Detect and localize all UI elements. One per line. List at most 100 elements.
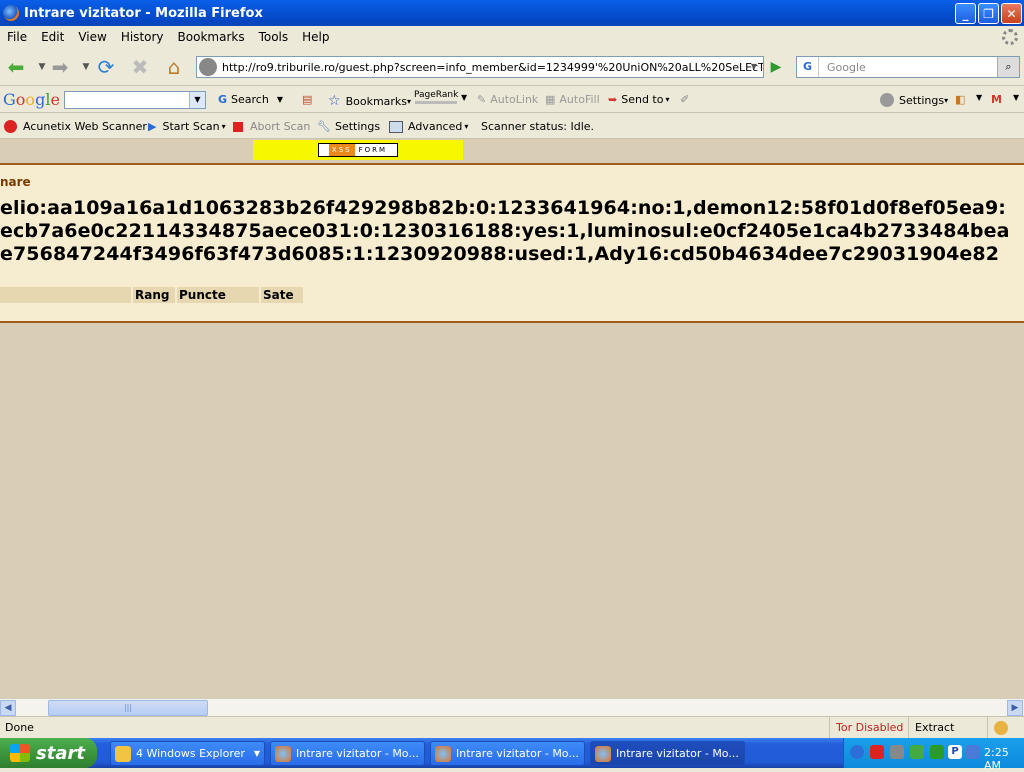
chevron-down-icon[interactable]: ▼ [461, 93, 467, 102]
firefox-icon [435, 745, 451, 762]
chevron-down-icon: ▾ [407, 96, 412, 106]
reload-icon[interactable]: ⟳ [94, 55, 118, 79]
autolink-button[interactable]: ✎ AutoLink [477, 93, 538, 106]
start-scan-label: Start Scan [162, 120, 220, 133]
acunetix-settings-button[interactable]: 🔧︎ Settings [317, 120, 380, 133]
play-icon: ▶ [148, 120, 157, 133]
chevron-down-icon[interactable]: ▼ [189, 92, 205, 108]
tray-app-icon[interactable] [910, 745, 924, 759]
tray-network-icon[interactable] [930, 745, 944, 759]
stop-icon[interactable]: ✖ [128, 55, 152, 79]
extract-links[interactable]: Extract Links [908, 717, 986, 756]
go-button[interactable]: ▶ [766, 57, 786, 77]
task-label: Intrare vizitator - Mo... [456, 747, 579, 760]
tor-status[interactable]: Tor Disabled [829, 717, 907, 739]
tray-display-icon[interactable] [966, 745, 980, 759]
maximize-button[interactable]: ❐ [978, 3, 999, 24]
chevron-down-icon[interactable]: ▼ [976, 93, 982, 102]
horizontal-scrollbar[interactable]: ◀ ||| ▶ [0, 698, 1024, 716]
xss-form-button[interactable]: XSS FORM [318, 143, 398, 157]
home-icon[interactable]: ⌂ [162, 55, 186, 79]
forward-icon[interactable]: ➡ [48, 55, 72, 79]
address-bar[interactable]: http://ro9.triburile.ro/guest.php?screen… [196, 56, 764, 78]
wrench-icon: 🔧︎ [317, 120, 331, 133]
table-header-name [0, 287, 131, 303]
chevron-down-icon: ▾ [464, 122, 469, 131]
system-tray: P 2:25 AM [843, 738, 1024, 772]
dump-line-3: e756847244f3496f63f473d6085:1:1230920988… [0, 243, 1000, 265]
back-icon[interactable]: ⬅ [4, 55, 28, 79]
google-settings-button[interactable]: Settings ▾ [880, 93, 948, 107]
table-header-rang: Rang [133, 287, 175, 303]
chevron-down-icon: ▼ [253, 749, 260, 758]
menu-history[interactable]: History [114, 30, 171, 44]
tray-antivirus-icon[interactable] [870, 745, 884, 759]
chevron-down-icon[interactable]: ▼ [1013, 93, 1019, 102]
xss-form-bar: XSS FORM [253, 140, 463, 160]
panel-title: nare [0, 175, 31, 189]
dump-line-2: ecb7a6e0c22114334875aece031:0:1230316188… [0, 220, 1010, 242]
menu-tools[interactable]: Tools [252, 30, 296, 44]
menu-file[interactable]: File [0, 30, 34, 44]
tray-p-icon[interactable]: P [948, 745, 962, 759]
dump-line-1: elio:aa109a16a1d1063283b26f429298b82b:0:… [0, 197, 1006, 219]
search-bar[interactable]: G Google ⌕ [796, 56, 1020, 78]
google-search-button[interactable]: G Search ▼ [218, 93, 283, 106]
send-icon: ➥ [608, 93, 618, 106]
chevron-down-icon: ▾ [221, 122, 226, 131]
form-icon: ▦ [545, 93, 556, 106]
scroll-left-icon[interactable]: ◀ [0, 700, 16, 716]
gadget-icon[interactable]: ◧ [955, 93, 965, 106]
abort-scan-label: Abort Scan [250, 120, 311, 133]
advanced-button[interactable]: Advanced ▾ [389, 120, 468, 133]
scrollbar-thumb[interactable]: ||| [48, 700, 208, 716]
menu-help[interactable]: Help [295, 30, 336, 44]
acunetix-settings-label: Settings [334, 120, 381, 133]
menu-bar: File Edit View History Bookmarks Tools H… [0, 26, 1024, 48]
search-engine-icon[interactable]: G [797, 57, 819, 77]
stop-square-icon [233, 121, 243, 132]
task-firefox-2[interactable]: Intrare vizitator - Mo... [430, 741, 585, 766]
taskbar: start 4 Windows Explorer ▼ Intrare vizit… [0, 738, 1024, 772]
sendto-button[interactable]: ➥ Send to ▾ [608, 93, 669, 106]
menu-view[interactable]: View [71, 30, 113, 44]
menu-bookmarks[interactable]: Bookmarks [171, 30, 252, 44]
task-label: 4 Windows Explorer [136, 747, 245, 760]
task-firefox-1[interactable]: Intrare vizitator - Mo... [270, 741, 425, 766]
site-identity-icon[interactable] [199, 58, 217, 76]
scroll-right-icon[interactable]: ▶ [1007, 700, 1023, 716]
google-search-input[interactable]: ▼ [64, 91, 206, 109]
firefox-icon [595, 745, 611, 762]
sendto-label: Send to [621, 93, 664, 106]
table-header: Rang Puncte Sate [0, 287, 305, 303]
highlight-icon[interactable]: ▤ [302, 93, 312, 106]
task-windows-explorer[interactable]: 4 Windows Explorer ▼ [110, 741, 265, 766]
addon-icon[interactable] [987, 717, 1024, 739]
tray-tool-icon[interactable] [890, 745, 904, 759]
autofill-button[interactable]: ▦ AutoFill [545, 93, 600, 106]
search-icon[interactable]: ⌕ [997, 57, 1019, 77]
close-button[interactable]: ✕ [1001, 3, 1022, 24]
tray-chevron-icon[interactable] [850, 745, 864, 759]
pencil-icon[interactable]: ✐ [680, 93, 689, 106]
scanner-status: Scanner status: Idle. [481, 120, 595, 133]
search-input[interactable]: Google [819, 61, 997, 74]
window-title: Intrare vizitator - Mozilla Firefox [24, 5, 263, 21]
pagerank-indicator: PageRank [414, 90, 458, 104]
task-firefox-3[interactable]: Intrare vizitator - Mo... [590, 741, 745, 766]
url-dropdown-icon[interactable]: ▼ [746, 58, 762, 76]
xss-prefix: XSS [328, 144, 355, 156]
acunetix-logo-icon [4, 120, 17, 133]
google-g-icon: G [218, 93, 228, 106]
advanced-label: Advanced [408, 120, 463, 133]
minimize-button[interactable]: _ [955, 3, 976, 24]
start-scan-button[interactable]: ▶ Start Scan ▾ [148, 120, 226, 133]
task-label: Intrare vizitator - Mo... [296, 747, 419, 760]
member-info-panel: nare elio:aa109a16a1d1063283b26f429298b8… [0, 163, 1024, 323]
menu-edit[interactable]: Edit [34, 30, 71, 44]
settings-label: Settings [899, 93, 945, 107]
gmail-icon[interactable]: M [991, 93, 1002, 106]
start-button[interactable]: start [0, 738, 97, 768]
abort-scan-button[interactable]: Abort Scan [233, 120, 310, 133]
google-bookmarks-button[interactable]: ☆ Bookmarks ▾ [328, 93, 411, 109]
